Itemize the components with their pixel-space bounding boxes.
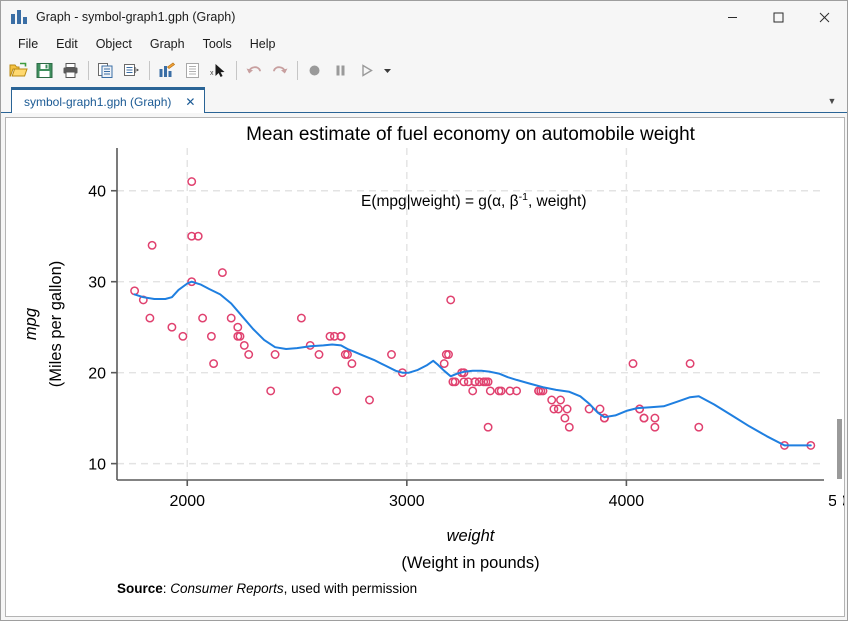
- data-point: [563, 405, 570, 412]
- data-point: [315, 351, 322, 358]
- data-point: [298, 314, 305, 321]
- data-point: [561, 414, 568, 421]
- toolbar-separator: [88, 61, 89, 80]
- data-point: [219, 269, 226, 276]
- data-point: [168, 324, 175, 331]
- graph-editor-icon[interactable]: [154, 58, 179, 83]
- data-point: [484, 424, 491, 431]
- print-icon[interactable]: [58, 58, 83, 83]
- tab-strip: symbol-graph1.gph (Graph) ✕ ▼: [1, 86, 847, 113]
- tab-label: symbol-graph1.gph (Graph): [24, 95, 171, 109]
- play-icon[interactable]: [354, 58, 379, 83]
- data-point: [651, 414, 658, 421]
- record-icon[interactable]: [302, 58, 327, 83]
- bar-chart-icon: [11, 9, 27, 25]
- close-icon[interactable]: ✕: [183, 95, 197, 109]
- x-axis-label: weight: [447, 527, 496, 545]
- copy-icon[interactable]: [93, 58, 118, 83]
- svg-text:x: x: [210, 70, 214, 77]
- data-point: [148, 242, 155, 249]
- data-point: [131, 287, 138, 294]
- paste-icon[interactable]: [119, 58, 144, 83]
- data-point: [348, 360, 355, 367]
- data-point: [271, 351, 278, 358]
- menu-bar: File Edit Object Graph Tools Help: [1, 33, 847, 55]
- x-tick-label: 3000: [389, 493, 425, 510]
- y-axis-label: mpg: [22, 307, 40, 340]
- chevron-down-icon[interactable]: ▼: [825, 96, 839, 106]
- chart-annotation: E(mpg|weight) = g(α, β-1, weight): [361, 191, 587, 210]
- y-tick-label: 30: [88, 275, 106, 292]
- data-point: [333, 387, 340, 394]
- data-point: [566, 424, 573, 431]
- data-point: [557, 396, 564, 403]
- data-point: [487, 387, 494, 394]
- maximize-button[interactable]: [755, 1, 801, 33]
- y-tick-label: 10: [88, 457, 106, 474]
- data-point: [388, 351, 395, 358]
- data-point: [188, 178, 195, 185]
- x-tick-label: 2000: [169, 493, 205, 510]
- graph-canvas: Mean estimate of fuel economy on automob…: [5, 117, 845, 617]
- list-icon[interactable]: [180, 58, 205, 83]
- data-point: [199, 314, 206, 321]
- source-note: Source: Consumer Reports, used with perm…: [117, 581, 417, 596]
- graph-window: Graph - symbol-graph1.gph (Graph) File E…: [0, 0, 848, 621]
- redo-icon[interactable]: [267, 58, 292, 83]
- scatter-plot: Mean estimate of fuel economy on automob…: [6, 118, 844, 616]
- data-point: [228, 314, 235, 321]
- toolbar-separator: [149, 61, 150, 80]
- menu-item-object[interactable]: Object: [87, 35, 141, 53]
- menu-item-graph[interactable]: Graph: [141, 35, 194, 53]
- menu-item-edit[interactable]: Edit: [47, 35, 87, 53]
- tab-symbol-graph1[interactable]: symbol-graph1.gph (Graph) ✕: [11, 87, 205, 113]
- data-point: [651, 424, 658, 431]
- data-point: [629, 360, 636, 367]
- mean-estimate-line: [135, 282, 811, 446]
- data-point: [208, 333, 215, 340]
- save-icon[interactable]: [32, 58, 57, 83]
- data-point: [695, 424, 702, 431]
- y-tick-label: 20: [88, 366, 106, 383]
- menu-item-help[interactable]: Help: [241, 35, 285, 53]
- pause-icon[interactable]: [328, 58, 353, 83]
- y-tick-label: 40: [88, 184, 106, 201]
- data-point: [210, 360, 217, 367]
- data-point: [234, 324, 241, 331]
- data-point: [241, 342, 248, 349]
- data-point: [366, 396, 373, 403]
- close-button[interactable]: [801, 1, 847, 33]
- title-bar: Graph - symbol-graph1.gph (Graph): [1, 1, 847, 33]
- pointer-icon[interactable]: x: [206, 58, 231, 83]
- chart-title: Mean estimate of fuel economy on automob…: [246, 124, 696, 145]
- window-controls: [709, 1, 847, 33]
- toolbar-separator: [297, 61, 298, 80]
- data-point: [267, 387, 274, 394]
- menu-item-tools[interactable]: Tools: [194, 35, 241, 53]
- x-axis-sublabel: (Weight in pounds): [401, 554, 539, 572]
- open-icon[interactable]: [6, 58, 31, 83]
- data-point: [469, 387, 476, 394]
- menu-item-file[interactable]: File: [9, 35, 47, 53]
- vertical-scrollbar[interactable]: [836, 119, 843, 615]
- y-axis-sublabel: (Miles per gallon): [47, 261, 65, 388]
- data-point: [146, 314, 153, 321]
- dropdown-caret-icon[interactable]: [380, 58, 394, 83]
- data-point: [640, 414, 647, 421]
- data-point: [686, 360, 693, 367]
- scrollbar-thumb[interactable]: [837, 419, 842, 479]
- window-title: Graph - symbol-graph1.gph (Graph): [36, 10, 235, 24]
- data-point: [441, 360, 448, 367]
- x-tick-label: 4000: [609, 493, 645, 510]
- toolbar-separator: [236, 61, 237, 80]
- data-point: [179, 333, 186, 340]
- data-point: [548, 396, 555, 403]
- undo-icon[interactable]: [241, 58, 266, 83]
- toolbar: x: [1, 55, 847, 86]
- data-point: [447, 296, 454, 303]
- minimize-button[interactable]: [709, 1, 755, 33]
- data-point: [245, 351, 252, 358]
